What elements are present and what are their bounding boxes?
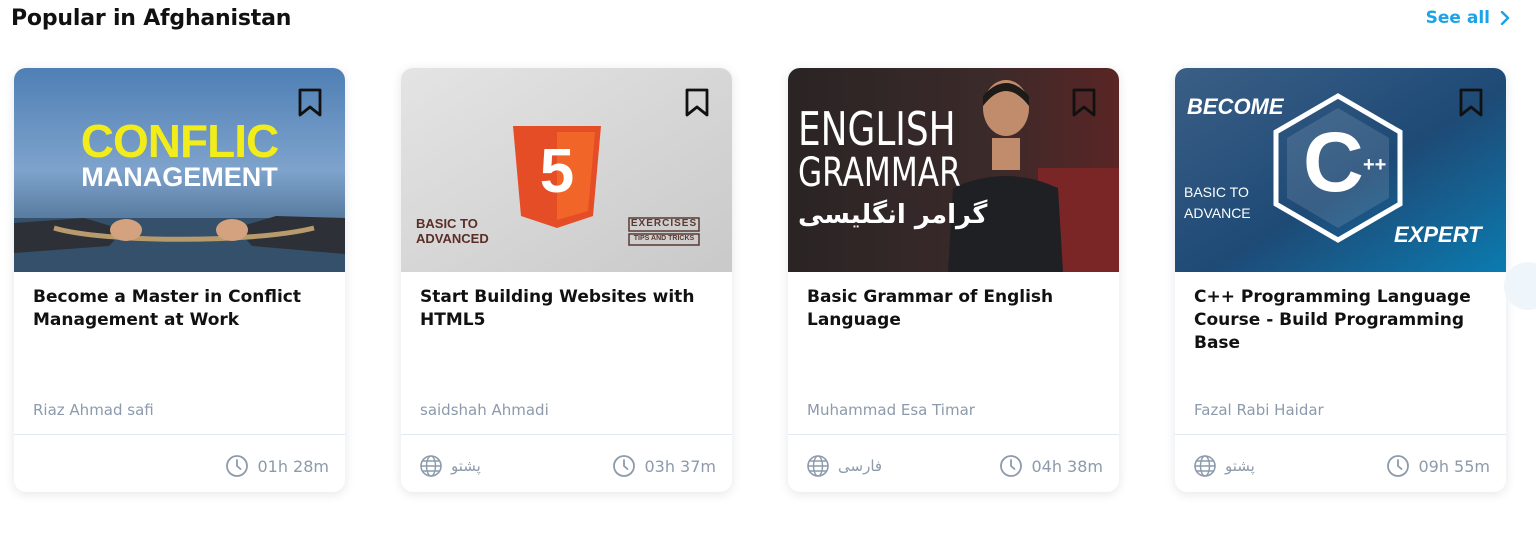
course-duration: 03h 37m [612,454,716,478]
course-thumbnail[interactable]: CONFLIC MANAGEMENT [14,68,345,272]
language-text: پشتو [451,457,481,475]
clock-icon [613,455,636,477]
card-divider [401,434,732,435]
globe-icon [807,455,829,477]
language-text: فارسی [838,457,883,475]
thumb-title-line2: GRAMMAR [798,150,961,196]
see-all-link[interactable]: See all [1426,8,1512,28]
carousel-next-button[interactable] [1504,262,1536,310]
course-title[interactable]: Become a Master in Conflict Management a… [33,286,327,332]
course-duration: 04h 38m [999,454,1103,478]
course-thumbnail[interactable]: BECOME BASIC TO ADVANCE EXPERT C ++ [1175,68,1506,272]
card-divider [14,434,345,435]
duration-text: 01h 28m [257,456,329,476]
clock-icon [1000,455,1023,477]
thumb-title-line1: CONFLIC [80,115,279,167]
thumb-left-line1: BASIC TO [416,216,478,231]
bookmark-icon[interactable] [684,88,710,118]
duration-text: 04h 38m [1031,456,1103,476]
course-author: saidshah Ahmadi [420,401,549,419]
duration-text: 09h 55m [1418,456,1490,476]
course-card[interactable]: 5 BASIC TO ADVANCED EXERCISES TIPS AND T… [401,68,732,492]
cpp-logo-letter: C [1303,115,1364,209]
course-card[interactable]: ENGLISH GRAMMAR گرامر انگلیسی Basic Gram… [788,68,1119,492]
html5-badge: 5 [539,137,575,206]
course-title[interactable]: C++ Programming Language Course - Build … [1194,286,1488,355]
course-language: پشتو [1193,454,1255,478]
course-language: پشتو [419,454,481,478]
card-divider [788,434,1119,435]
course-duration: 01h 28m [225,454,329,478]
bookmark-icon[interactable] [1071,88,1097,118]
thumb-right-line1: EXERCISES [630,218,698,229]
clock-icon [1387,455,1410,477]
thumb-mid-line2: ADVANCE [1184,205,1251,221]
clock-icon [226,455,249,477]
course-author: Fazal Rabi Haidar [1194,401,1324,419]
section-title: Popular in Afghanistan [11,6,292,31]
thumb-top-text: BECOME [1187,94,1284,119]
course-language: فارسی [806,454,882,478]
course-thumbnail[interactable]: 5 BASIC TO ADVANCED EXERCISES TIPS AND T… [401,68,732,272]
course-author: Riaz Ahmad safi [33,401,154,419]
course-duration: 09h 55m [1386,454,1490,478]
thumb-title-line2: MANAGEMENT [81,162,278,192]
see-all-label: See all [1425,8,1490,28]
bookmark-icon[interactable] [297,88,323,118]
thumb-title-line1: ENGLISH [798,102,956,156]
course-title[interactable]: Start Building Websites with HTML5 [420,286,714,332]
thumb-bottom-text: EXPERT [1394,222,1482,247]
globe-icon [1194,455,1216,477]
thumb-right-line2: TIPS AND TRICKS [633,235,695,242]
course-author: Muhammad Esa Timar [807,401,975,419]
bookmark-icon[interactable] [1458,88,1484,118]
thumb-mid-line1: BASIC TO [1184,184,1249,200]
card-divider [1175,434,1506,435]
course-card[interactable]: CONFLIC MANAGEMENT Become a Master in Co… [14,68,345,492]
thumb-left-line2: ADVANCED [416,231,489,246]
cpp-logo-plus: ++ [1363,154,1387,176]
course-thumbnail[interactable]: ENGLISH GRAMMAR گرامر انگلیسی [788,68,1119,272]
course-title[interactable]: Basic Grammar of English Language [807,286,1101,332]
course-card[interactable]: BECOME BASIC TO ADVANCE EXPERT C ++ C++ … [1175,68,1506,492]
globe-icon [420,455,442,477]
thumb-persian-title: گرامر انگلیسی [798,200,988,230]
language-text: پشتو [1225,457,1255,475]
chevron-right-icon [1500,11,1510,25]
duration-text: 03h 37m [644,456,716,476]
